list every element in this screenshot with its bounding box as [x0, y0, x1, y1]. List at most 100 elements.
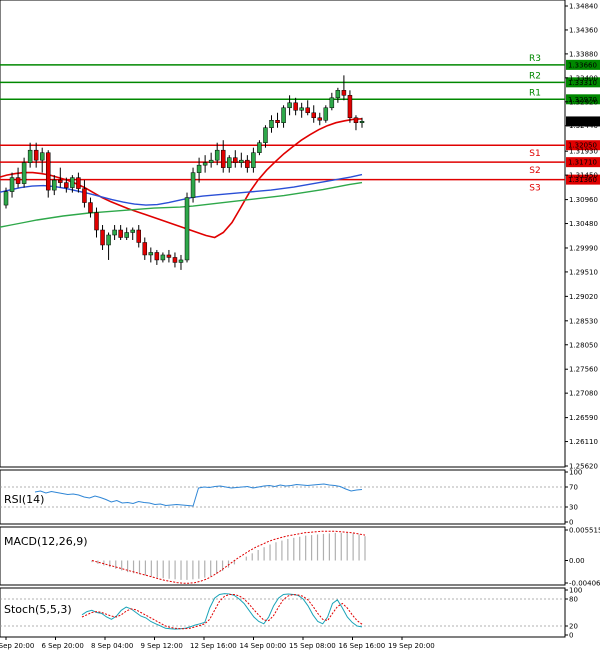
macd-tick-label: 0.00	[569, 557, 585, 565]
candle-body	[45, 152, 51, 191]
level-name-r2: R2	[529, 71, 541, 81]
candle-body	[39, 152, 45, 161]
candle-body	[100, 229, 105, 246]
price-tick-label: 1.28050	[569, 341, 598, 349]
candle-body	[9, 177, 15, 192]
candle-body	[220, 149, 226, 168]
stoch-title: Stoch(5,5,3)	[4, 603, 72, 616]
candle-body	[76, 177, 81, 189]
level-name-r1: R1	[529, 88, 541, 98]
candle-body	[148, 252, 154, 256]
candle-body	[214, 149, 220, 161]
rsi-tick-label: 70	[569, 484, 578, 492]
candle-body	[305, 107, 310, 114]
price-tick-label: 1.30480	[569, 220, 598, 228]
price-tick-label: 1.32440	[569, 122, 598, 130]
rsi-tick-label: 30	[569, 504, 578, 512]
candle-body	[15, 177, 21, 184]
candle-body	[142, 242, 148, 256]
candle-body	[359, 120, 365, 123]
candle-body	[208, 159, 214, 163]
time-tick-label: 15 Sep 08:00	[289, 642, 336, 650]
price-tick-label: 1.27560	[569, 366, 598, 374]
level-name-r3: R3	[529, 54, 541, 64]
level-name-s1: S1	[529, 149, 540, 159]
rsi-tick-label: 100	[569, 469, 582, 477]
candle-body	[33, 149, 39, 161]
candle-body	[82, 188, 87, 203]
level-price-label: 1.33660	[568, 61, 597, 69]
price-tick-label: 1.26590	[569, 414, 598, 422]
price-tick-label: 1.29510	[569, 268, 598, 276]
candle-body	[269, 120, 274, 128]
candle-body	[172, 257, 178, 263]
candle-body	[190, 172, 196, 198]
candle-body	[245, 159, 250, 168]
time-tick-label: 8 Sep 04:00	[91, 642, 133, 650]
price-tick-label: 1.33880	[569, 50, 598, 58]
candle-body	[251, 152, 256, 168]
candle-body	[3, 191, 9, 206]
macd-title: MACD(12,26,9)	[4, 535, 88, 548]
price-tick-label: 1.34840	[569, 3, 598, 11]
candle-body	[70, 177, 75, 188]
time-tick-label: 19 Sep 20:00	[388, 642, 435, 650]
candle-body	[130, 229, 135, 233]
candle-body	[184, 197, 190, 261]
candle-body	[317, 117, 323, 121]
candle-body	[88, 202, 93, 213]
candle-body	[233, 157, 238, 163]
candle-body	[64, 182, 69, 188]
price-tick-label: 1.34360	[569, 26, 598, 34]
candle-body	[124, 232, 129, 238]
candle-body	[281, 107, 286, 123]
candle-body	[335, 90, 341, 99]
candle-body	[311, 112, 316, 119]
candle-body	[257, 142, 262, 153]
chart-canvas: R31.33660R21.33310R11.32970S11.32050S21.…	[0, 0, 600, 654]
time-tick-label: 16 Sep 16:00	[339, 642, 386, 650]
candle-body	[353, 117, 359, 123]
time-tick-label: 5 Sep 20:00	[0, 642, 34, 650]
candle-body	[112, 229, 117, 236]
price-tick-label: 1.32920	[569, 98, 598, 106]
stoch-tick-label: 80	[569, 596, 578, 604]
rsi-title: RSI(14)	[4, 493, 44, 506]
level-name-s2: S2	[529, 166, 540, 176]
candle-body	[106, 234, 111, 246]
candle-body	[287, 102, 292, 109]
candle-body	[27, 149, 33, 163]
macd-tick-label: 0.005515	[569, 527, 600, 535]
price-tick-label: 1.28530	[569, 317, 598, 325]
price-tick-label: 1.29990	[569, 244, 598, 252]
candle-body	[94, 212, 99, 231]
candle-body	[275, 120, 280, 123]
candle-body	[178, 259, 184, 263]
price-tick-label: 1.29020	[569, 293, 598, 301]
candle-body	[299, 107, 304, 111]
candle-body	[293, 102, 298, 111]
time-tick-label: 9 Sep 12:00	[141, 642, 183, 650]
stoch-tick-label: 0	[569, 632, 573, 640]
price-tick-label: 1.31930	[569, 148, 598, 156]
candle-body	[227, 157, 232, 168]
candle-body	[136, 229, 141, 243]
level-price-label: 1.31710	[568, 159, 597, 167]
candle-body	[329, 97, 335, 109]
candle-body	[21, 162, 27, 184]
candle-body	[166, 254, 172, 258]
candle-body	[196, 164, 202, 173]
rsi-tick-label: 0	[569, 519, 573, 527]
stoch-tick-label: 100	[569, 587, 582, 595]
price-tick-label: 1.31450	[569, 172, 598, 180]
candle-body	[341, 90, 347, 96]
price-tick-label: 1.26110	[569, 438, 598, 446]
candle-body	[323, 107, 329, 121]
time-tick-label: 12 Sep 16:00	[190, 642, 237, 650]
candle-body	[239, 159, 244, 163]
candle-body	[160, 254, 166, 261]
candle-body	[347, 95, 353, 119]
candle-body	[118, 229, 123, 238]
candle-body	[52, 179, 57, 191]
time-tick-label: 14 Sep 00:00	[240, 642, 287, 650]
